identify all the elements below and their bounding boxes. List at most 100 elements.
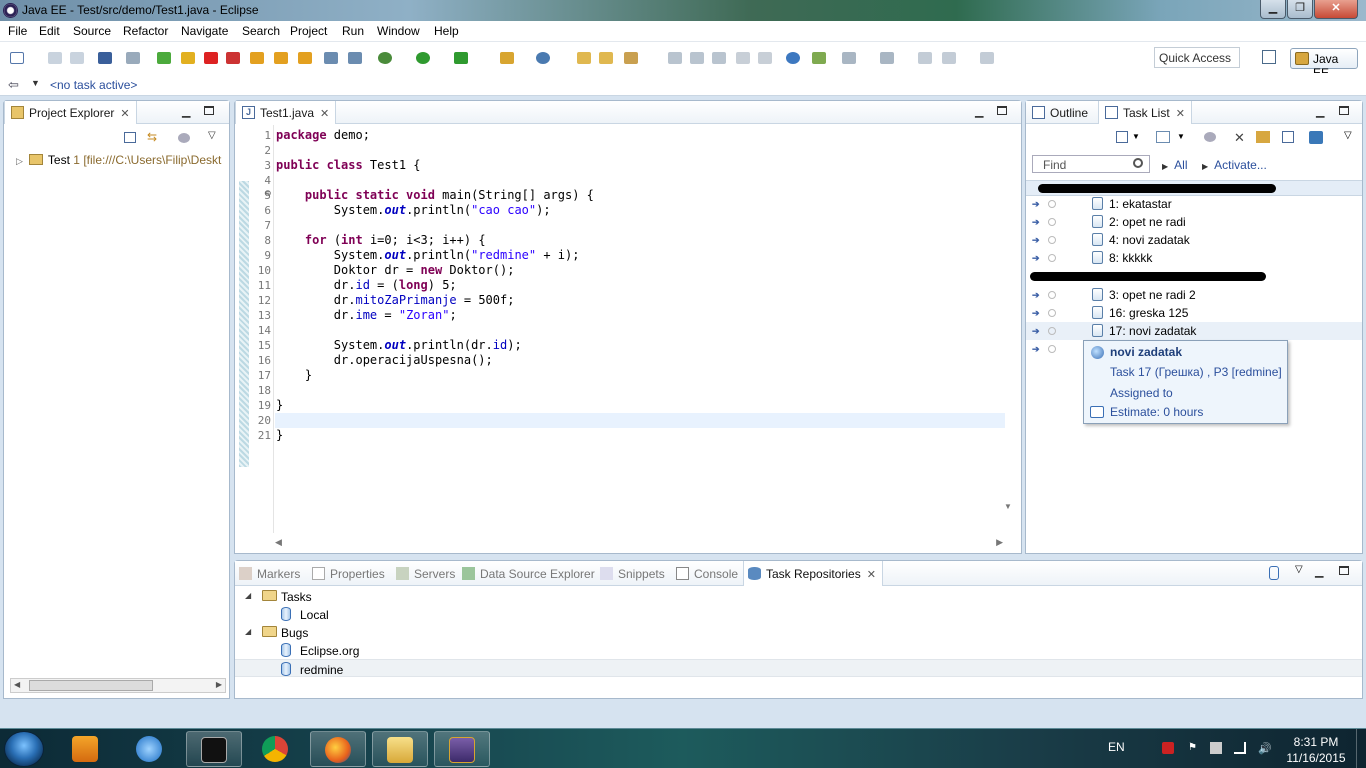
- project-tree-item[interactable]: ▷ Test 1 [file:///C:\Users\Filip\Deskt: [16, 153, 228, 167]
- synchronize-icon[interactable]: [1309, 131, 1323, 144]
- edit-icon[interactable]: [690, 52, 704, 64]
- chevron-down-icon[interactable]: ▼: [1177, 132, 1185, 141]
- close-icon[interactable]: ✕: [1176, 108, 1185, 120]
- perspective-java-ee-button[interactable]: Java EE: [1290, 48, 1358, 80]
- collapse-icon[interactable]: ✕: [1234, 130, 1245, 146]
- activate-circle-icon[interactable]: [1048, 327, 1056, 335]
- tree-group-bugs[interactable]: ◢ Bugs: [235, 623, 1362, 641]
- view-menu-icon[interactable]: ▽: [208, 130, 216, 141]
- terminate-icon[interactable]: [204, 52, 218, 64]
- save-all-icon[interactable]: [70, 52, 84, 64]
- add-repository-icon[interactable]: [1269, 566, 1279, 580]
- usb-icon[interactable]: [1210, 742, 1222, 754]
- collapse-all-icon[interactable]: [124, 132, 136, 143]
- menu-edit[interactable]: Edit: [39, 24, 60, 38]
- taskbar-cmd[interactable]: [186, 731, 242, 767]
- taskbar-explorer[interactable]: [372, 731, 428, 767]
- task-row[interactable]: ➔ 8: kkkkk: [1026, 249, 1362, 267]
- maximize-icon[interactable]: [204, 106, 214, 115]
- horizontal-scrollbar[interactable]: ◀ ▶: [10, 678, 226, 693]
- view-menu-icon[interactable]: ▽: [1344, 130, 1352, 141]
- view-menu-icon[interactable]: ▽: [1295, 564, 1303, 575]
- expanded-icon[interactable]: ◢: [245, 627, 251, 636]
- language-indicator[interactable]: EN: [1108, 740, 1125, 754]
- annotation-icon[interactable]: [668, 52, 682, 64]
- activate-circle-icon[interactable]: [1048, 254, 1056, 262]
- step-over-icon[interactable]: [274, 52, 288, 64]
- step-return-icon[interactable]: [298, 52, 312, 64]
- expanded-icon[interactable]: ◢: [245, 591, 251, 600]
- task-category-row[interactable]: [1026, 269, 1362, 285]
- minimize-icon[interactable]: ▁: [975, 105, 983, 118]
- menu-navigate[interactable]: Navigate: [181, 24, 228, 38]
- open-project-icon[interactable]: [599, 52, 613, 64]
- taskbar-firefox[interactable]: [310, 731, 366, 767]
- deploy-icon[interactable]: [812, 52, 826, 64]
- open-folder-icon[interactable]: [577, 52, 591, 64]
- tab-properties[interactable]: Properties: [312, 567, 385, 581]
- activate-circle-icon[interactable]: [1048, 218, 1056, 226]
- open-perspective-icon[interactable]: [1262, 50, 1276, 64]
- scrollbar-thumb[interactable]: [29, 680, 153, 691]
- step-into-icon[interactable]: [250, 52, 264, 64]
- tree-group-tasks[interactable]: ◢ Tasks: [235, 587, 1362, 605]
- menu-help[interactable]: Help: [434, 24, 459, 38]
- terminal-icon[interactable]: [98, 52, 112, 64]
- tab-test1-java[interactable]: J Test1.java ✕: [235, 101, 337, 124]
- activate-circle-icon[interactable]: [1048, 236, 1056, 244]
- open-task-icon[interactable]: [324, 52, 338, 64]
- chevron-down-icon[interactable]: ▼: [1132, 132, 1140, 141]
- minimize-icon[interactable]: ▁: [1315, 565, 1323, 578]
- close-icon[interactable]: ✕: [867, 569, 876, 581]
- tree-item-local[interactable]: Local: [235, 605, 1362, 623]
- code-editor[interactable]: 1 2 3 4 5 6 7 8 9 10 11 12 13 14 15 16 17 18 19 20 21 ⊖ pack…: [239, 125, 1017, 533]
- focus-icon[interactable]: [1204, 132, 1216, 142]
- focus-task-icon[interactable]: [178, 133, 190, 143]
- close-icon[interactable]: ✕: [120, 108, 129, 120]
- new-server-icon[interactable]: [500, 52, 514, 64]
- tab-task-repositories[interactable]: Task Repositories ✕: [748, 567, 876, 581]
- acrobat-icon[interactable]: [1162, 742, 1174, 754]
- task-row[interactable]: ➔ 2: opet ne radi: [1026, 213, 1362, 231]
- tab-snippets[interactable]: Snippets: [600, 567, 665, 581]
- close-button[interactable]: ✕: [1314, 0, 1358, 19]
- maximize-icon[interactable]: [997, 106, 1007, 115]
- external-tools-icon[interactable]: [454, 52, 468, 64]
- tab-markers[interactable]: Markers: [239, 567, 300, 581]
- new-icon[interactable]: [10, 52, 24, 64]
- taskbar-internet-explorer[interactable]: [122, 731, 178, 767]
- tree-item-eclipse-org[interactable]: Eclipse.org: [235, 641, 1362, 659]
- clock[interactable]: 8:31 PM 11/16/2015: [1286, 734, 1346, 766]
- next-annotation-icon[interactable]: [842, 52, 856, 64]
- volume-icon[interactable]: 🔊: [1258, 742, 1272, 755]
- mark-occurrences-icon[interactable]: [712, 52, 726, 64]
- filter-all-link[interactable]: ▶ All: [1162, 158, 1188, 172]
- task-row[interactable]: ➔ 16: greska 125: [1026, 304, 1362, 322]
- start-button[interactable]: [4, 731, 44, 767]
- resume-icon[interactable]: [157, 52, 171, 64]
- close-icon[interactable]: ✕: [320, 108, 329, 120]
- minimize-icon[interactable]: ▁: [182, 105, 190, 118]
- collapse-all-icon[interactable]: [1282, 131, 1294, 143]
- tab-project-explorer[interactable]: Project Explorer ✕: [4, 101, 137, 124]
- task-back-icon[interactable]: ⇦: [8, 77, 19, 93]
- link-editor-icon[interactable]: ⇆: [147, 131, 161, 143]
- maximize-icon[interactable]: [1339, 566, 1349, 575]
- sync-icon[interactable]: [1256, 131, 1270, 143]
- horizontal-scrollbar[interactable]: ◀ ▶: [275, 537, 1003, 549]
- task-row[interactable]: ➔ 1: ekatastar: [1026, 195, 1362, 213]
- minimize-button[interactable]: ▁: [1260, 0, 1286, 19]
- show-desktop-button[interactable]: [1356, 729, 1366, 768]
- source-code[interactable]: package demo; public class Test1 { publi…: [276, 128, 594, 443]
- tab-console[interactable]: Console: [676, 567, 738, 581]
- no-task-active-link[interactable]: <no task active>: [50, 78, 137, 92]
- activate-link[interactable]: ▶ Activate...: [1202, 158, 1267, 172]
- menu-project[interactable]: Project: [290, 24, 327, 38]
- menu-source[interactable]: Source: [73, 24, 111, 38]
- fold-icon[interactable]: ⊖: [264, 188, 272, 199]
- new-class-icon[interactable]: [536, 52, 550, 64]
- skip-breakpoints-icon[interactable]: [126, 52, 140, 64]
- activate-circle-icon[interactable]: [1048, 345, 1056, 353]
- prev-annotation-icon[interactable]: [880, 52, 894, 64]
- task-row[interactable]: ➔ 3: opet ne radi 2: [1026, 286, 1362, 304]
